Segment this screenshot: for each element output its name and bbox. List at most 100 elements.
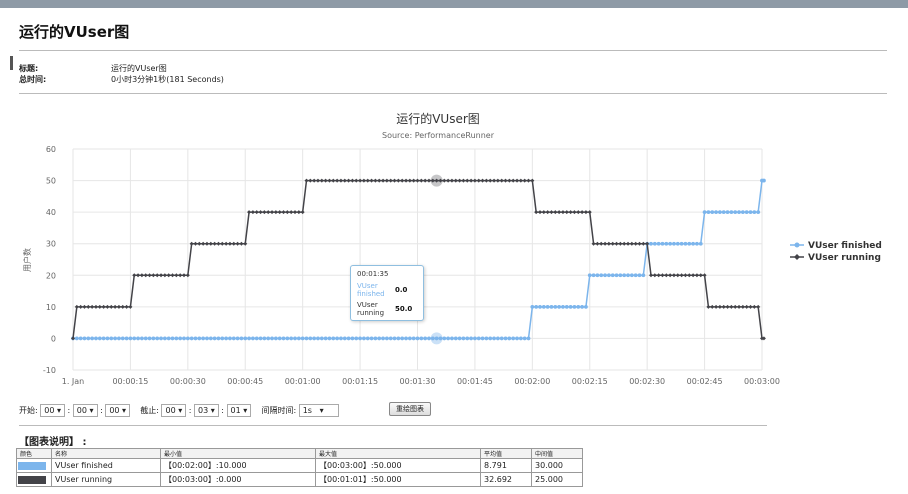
start-minute-select[interactable]: 00 ▾ [72, 404, 98, 417]
data-point [450, 336, 454, 341]
y-tick-label: 60 [46, 145, 56, 154]
data-point [404, 178, 409, 183]
redraw-chart-button[interactable]: 重绘图表 [389, 402, 431, 416]
data-point [377, 178, 382, 183]
data-point [335, 336, 340, 341]
data-point [484, 178, 489, 183]
data-point [714, 304, 719, 309]
data-point [629, 241, 634, 246]
data-point [159, 336, 163, 341]
data-point [243, 241, 248, 246]
data-point [93, 304, 98, 309]
end-second-select[interactable]: 01 ▾ [226, 404, 252, 417]
data-point [97, 304, 102, 309]
end-hour-select[interactable]: 00 ▾ [161, 404, 187, 417]
legend-item-label: VUser finished [808, 241, 882, 251]
data-point [136, 273, 141, 278]
data-point [208, 336, 213, 341]
legend-marker [794, 242, 800, 248]
data-point [633, 241, 638, 246]
y-tick-label: -10 [43, 366, 56, 375]
data-point [155, 273, 160, 278]
legend-marker [794, 254, 800, 260]
start-second-select[interactable]: 00 ▾ [105, 404, 131, 417]
data-point [193, 336, 198, 341]
data-point [120, 336, 125, 341]
data-point [503, 336, 508, 341]
data-point [522, 178, 527, 183]
series-median: 30.000 [531, 458, 583, 473]
data-point [583, 210, 588, 215]
data-point [488, 178, 493, 183]
data-point [537, 210, 542, 215]
data-point [166, 336, 171, 341]
data-point [503, 178, 508, 183]
data-point [120, 304, 125, 309]
data-point [568, 210, 573, 215]
data-point [664, 273, 669, 278]
data-point [143, 336, 148, 341]
series-name: VUser running [51, 472, 161, 487]
end-label: 截止: [140, 406, 159, 415]
data-point [350, 178, 355, 183]
data-point [388, 178, 393, 183]
data-point [197, 336, 202, 341]
data-point [90, 304, 95, 309]
data-point [204, 241, 209, 246]
data-point [396, 178, 401, 183]
data-point [404, 336, 408, 341]
data-point [354, 336, 359, 341]
data-point [254, 336, 259, 341]
end-minute-select[interactable]: 03 ▾ [194, 404, 219, 417]
data-point [729, 304, 734, 309]
data-point [407, 178, 412, 183]
data-point [637, 241, 642, 246]
data-point [208, 241, 213, 246]
data-point [74, 304, 79, 309]
data-point [469, 336, 473, 341]
data-point [442, 336, 447, 341]
data-point [446, 336, 451, 341]
data-point [695, 241, 699, 246]
data-point [216, 241, 221, 246]
data-point [136, 336, 140, 341]
data-point [641, 241, 646, 246]
series-color-swatch [18, 461, 46, 470]
data-point [323, 336, 328, 341]
data-point [247, 336, 251, 341]
data-point [300, 336, 305, 341]
data-point [384, 178, 389, 183]
data-point [499, 178, 504, 183]
data-point [675, 241, 680, 246]
interval-select[interactable]: 1s ▾ [298, 404, 339, 417]
data-point [384, 336, 389, 341]
data-point [683, 241, 688, 246]
data-point [652, 241, 657, 246]
start-hour-select[interactable]: 00 ▾ [40, 404, 65, 417]
data-point [239, 241, 244, 246]
data-point [224, 336, 229, 341]
data-point [277, 336, 282, 341]
data-point [346, 336, 351, 341]
data-point [492, 178, 497, 183]
data-point [756, 304, 761, 309]
data-point [649, 241, 653, 246]
data-point [442, 178, 447, 183]
data-point [465, 336, 470, 341]
data-point [308, 336, 313, 341]
data-point [296, 336, 301, 341]
data-point [250, 210, 255, 215]
data-point [365, 178, 370, 183]
data-point [285, 336, 290, 341]
data-point [656, 241, 661, 246]
data-point [415, 336, 420, 341]
vuser-line-chart: 运行的VUser图 Source: PerformanceRunner 用户数 … [22, 111, 882, 386]
hover-marker [430, 332, 443, 345]
data-point [350, 336, 355, 341]
data-point [518, 336, 523, 341]
data-point [411, 178, 416, 183]
x-tick-label: 00:03:00 [744, 377, 780, 386]
tooltip-finished-label: VUser finished [357, 282, 385, 298]
hover-marker [430, 174, 443, 187]
data-point [614, 273, 619, 278]
